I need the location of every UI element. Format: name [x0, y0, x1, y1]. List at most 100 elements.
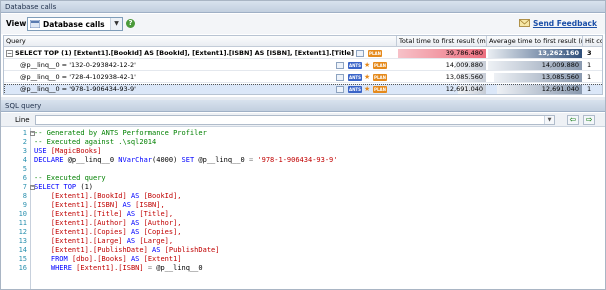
code-line: [Extent1].[Author] AS [Author], — [34, 219, 182, 228]
plan-badge-icon[interactable]: PLAN — [373, 62, 387, 69]
line-number: 16 — [18, 264, 27, 272]
envelope-icon[interactable] — [519, 18, 530, 28]
chevron-down-icon[interactable]: ▼ — [544, 116, 554, 124]
ants-badge-icon[interactable]: ANTS — [348, 62, 362, 69]
line-number: 3 — [22, 147, 27, 155]
query-text: SELECT TOP (1) [Extent1].[BookId] AS [Bo… — [15, 49, 363, 57]
code-token: (1) — [80, 183, 94, 191]
column-header-average-time[interactable]: Average time to first result (ms) — [487, 36, 583, 47]
code-token: -- Executed against .\sql2014 — [34, 138, 157, 146]
code-token: USE — [34, 147, 51, 155]
code-token: NVarChar — [118, 156, 153, 164]
star-icon: ★ — [364, 61, 371, 69]
average-time-cell: 14,009.880 — [487, 60, 583, 71]
average-time-cell: 13,085.560 — [487, 72, 583, 83]
code-token: [Extent1].[Author] — [34, 219, 131, 227]
code-token: [PublishDate] — [164, 246, 220, 254]
code-token: [Extent1].[Large] — [34, 237, 127, 245]
code-token: AS — [126, 210, 140, 218]
line-number: 13 — [18, 237, 27, 245]
code-token: SET — [181, 156, 199, 164]
total-time-value: 13,085.560 — [445, 73, 483, 81]
query-plan-icon[interactable] — [336, 86, 344, 93]
code-token: AS — [130, 219, 144, 227]
column-header-hit-count[interactable]: Hit count — [583, 36, 602, 47]
back-arrow-icon[interactable]: ⇦ — [567, 115, 579, 125]
ants-badge-icon[interactable]: ANTS — [348, 86, 362, 93]
query-plan-icon[interactable] — [336, 62, 344, 69]
code-token: [Extent1].[ISBN] — [34, 201, 123, 209]
column-header-query[interactable]: Query — [4, 36, 397, 47]
code-token: [dbo].[Books] — [71, 255, 131, 263]
average-time-value: 13,085.560 — [541, 73, 579, 81]
code-token: AS — [130, 228, 144, 236]
line-number: 2 — [22, 138, 27, 146]
code-token: [MagicBooks] — [50, 147, 102, 155]
send-feedback-link[interactable]: Send Feedback — [533, 19, 597, 28]
database-calls-title: Database calls — [1, 1, 605, 13]
ants-badge-icon[interactable]: ANTS — [348, 74, 362, 81]
star-icon: ★ — [364, 73, 371, 81]
collapse-icon[interactable]: − — [6, 50, 13, 57]
query-plan-icon[interactable] — [356, 50, 364, 57]
forward-arrow-icon[interactable]: ⇨ — [583, 115, 595, 125]
table-row[interactable]: @p__linq__0 = '728-4-102938-42-1' ANTS ★… — [4, 72, 602, 83]
average-time-value: 12,691.040 — [541, 85, 579, 93]
code-token: AS — [130, 255, 144, 263]
code-line: WHERE [Extent1].[ISBN] = @p__linq__0 — [34, 264, 203, 273]
hit-count-value: 1 — [587, 61, 592, 69]
table-row[interactable]: @p__linq__0 = '132-0-293842-12-2' ANTS ★… — [4, 60, 602, 71]
hit-count-value: 3 — [587, 49, 592, 57]
code-token: [BookId], — [143, 192, 182, 200]
plan-badge-icon[interactable]: PLAN — [368, 50, 382, 57]
code-line: -- Executed against .\sql2014 — [34, 138, 156, 147]
column-header-total-time[interactable]: Total time to first result (ms) — [397, 36, 487, 47]
code-token: FROM — [34, 255, 72, 263]
code-token: WHERE — [34, 264, 77, 272]
code-token: -- Executed query — [34, 174, 106, 182]
plan-badge-icon[interactable]: PLAN — [373, 86, 387, 93]
average-time-cell: 13,262.160 — [487, 48, 583, 59]
code-token: [ISBN], — [135, 201, 165, 209]
table-row[interactable]: − SELECT TOP (1) [Extent1].[BookId] AS [… — [4, 48, 602, 59]
sql-code-editor[interactable]: 1 -- Generated by ANTS Performance Profil… — [1, 128, 605, 289]
code-line: [Extent1].[Large] AS [Large], — [34, 237, 173, 246]
sql-query-panel: SQL query Line ▼ ⇦ ⇨ 1 -- Generated by AN… — [1, 100, 605, 289]
code-line: SELECT TOP (1) — [34, 183, 93, 192]
code-line: USE [MagicBooks] — [34, 147, 101, 156]
grid-header: Query Total time to first result (ms) Av… — [4, 36, 602, 47]
table-row-selected[interactable]: @p__linq__0 = '978-1-906434-93-9' ANTS ★… — [4, 84, 602, 94]
total-time-cell: 14,009.880 — [397, 60, 487, 71]
help-icon[interactable]: ? — [126, 19, 135, 28]
collapse-icon[interactable]: − — [30, 131, 35, 136]
collapse-icon[interactable]: − — [30, 185, 35, 190]
code-token: AS — [152, 246, 165, 254]
code-token: SELECT TOP — [34, 183, 81, 191]
view-select-value: Database calls — [43, 20, 105, 29]
total-time-cell: 13,085.560 — [397, 72, 487, 83]
view-select[interactable]: Database calls ▼ — [27, 17, 123, 31]
code-line: [Extent1].[Title] AS [Title], — [34, 210, 173, 219]
code-line: DECLARE @p__linq__0 NVarChar(4000) SET @… — [34, 156, 337, 165]
code-token: [Title], — [139, 210, 174, 218]
query-plan-icon[interactable] — [336, 74, 344, 81]
code-token: AS — [122, 201, 136, 209]
code-line: FROM [dbo].[Books] AS [Extent1] — [34, 255, 182, 264]
line-number: 5 — [22, 165, 27, 173]
line-number: 1 — [22, 129, 27, 137]
line-number: 15 — [18, 255, 27, 263]
line-select[interactable]: ▼ — [35, 115, 555, 125]
view-label: View: — [6, 19, 30, 28]
query-text: @p__linq__0 = '978-1-906434-93-9' — [20, 85, 136, 93]
average-time-cell: 12,691.040 — [487, 84, 583, 94]
plan-badge-icon[interactable]: PLAN — [373, 74, 387, 81]
sql-query-title: SQL query — [1, 100, 605, 112]
line-number: 8 — [22, 192, 27, 200]
query-text: @p__linq__0 = '132-0-293842-12-2' — [20, 61, 136, 69]
total-time-cell: 39,786.480 — [397, 48, 487, 59]
total-time-value: 14,009.880 — [445, 61, 483, 69]
line-number: 14 — [18, 246, 27, 254]
code-line: [Extent1].[PublishDate] AS [PublishDate] — [34, 246, 220, 255]
chevron-down-icon[interactable]: ▼ — [110, 18, 122, 30]
code-line: -- Executed query — [34, 174, 106, 183]
